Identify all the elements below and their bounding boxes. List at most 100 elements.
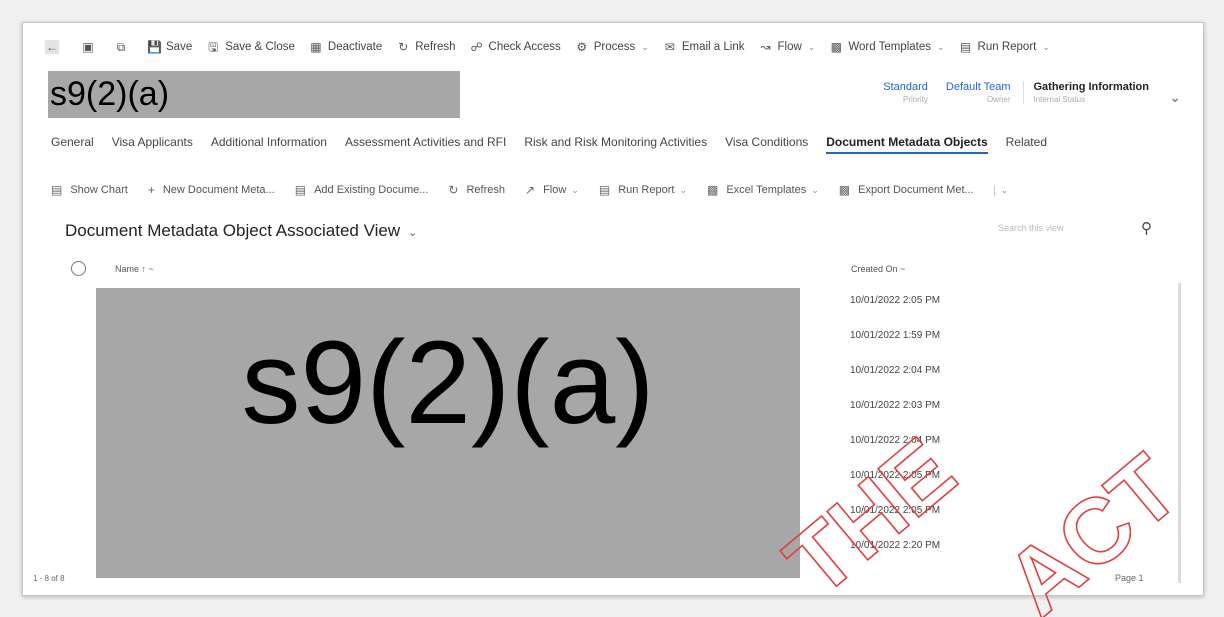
add-existing-label: Add Existing Docume... — [314, 184, 429, 196]
process-button[interactable]: ⚙ Process ⌄ — [575, 40, 649, 54]
record-set-button[interactable]: ▣ — [81, 40, 100, 54]
tab-assessment-activities[interactable]: Assessment Activities and RFI — [345, 135, 506, 154]
grid-refresh-button[interactable]: ↻ Refresh — [448, 183, 505, 197]
export-button[interactable]: ▩ Export Document Met... — [839, 183, 974, 197]
check-access-button[interactable]: ☍ Check Access — [470, 40, 561, 54]
chevron-down-icon: ⌄ — [679, 184, 687, 195]
tab-visa-conditions[interactable]: Visa Conditions — [725, 135, 808, 154]
status-label: Internal Status — [1033, 95, 1086, 104]
grid-refresh-label: Refresh — [466, 184, 505, 196]
process-icon: ⚙ — [576, 40, 588, 54]
report-icon: ▤ — [959, 40, 972, 54]
save-button[interactable]: 💾 Save — [147, 40, 192, 54]
grid-flow-button[interactable]: ↗ Flow ⌄ — [525, 183, 579, 197]
owner-field[interactable]: Default Team Owner — [946, 81, 1011, 104]
column-header-created-on[interactable]: Created On ~ — [851, 264, 905, 274]
table-row[interactable]: 10/01/2022 2:03 PM — [850, 400, 940, 435]
refresh-label: Refresh — [415, 41, 456, 53]
save-close-button[interactable]: 🖫 Save & Close — [206, 40, 295, 54]
names-redaction: s9(2)(a) — [96, 288, 800, 578]
save-close-icon: 🖫 — [208, 40, 219, 54]
column-header-name[interactable]: Name ↑ ~ — [115, 264, 154, 274]
new-document-button[interactable]: + New Document Meta... — [148, 183, 275, 197]
plus-icon: + — [147, 183, 155, 197]
show-chart-label: Show Chart — [70, 184, 128, 196]
flow-icon: ↗ — [525, 183, 536, 197]
email-icon: ✉ — [664, 40, 675, 54]
chevron-down-icon: ⌄ — [571, 184, 579, 195]
flow-button[interactable]: ↝ Flow ⌄ — [759, 40, 816, 54]
word-templates-button[interactable]: ▩ Word Templates ⌄ — [829, 40, 945, 54]
view-selector[interactable]: Document Metadata Object Associated View… — [65, 221, 417, 241]
chevron-down-icon: ⌄ — [807, 41, 816, 52]
tab-related[interactable]: Related — [1006, 135, 1047, 154]
command-bar: ← ▣ ⧉ 💾 Save 🖫 Save & Close ▦ Deactivate ↻ R… — [23, 23, 1203, 71]
table-row[interactable]: 10/01/2022 1:59 PM — [850, 330, 940, 365]
page-indicator: Page 1 — [1115, 573, 1144, 583]
view-title: Document Metadata Object Associated View — [65, 221, 401, 240]
tab-general[interactable]: General — [51, 135, 94, 154]
add-existing-button[interactable]: ▤ Add Existing Docume... — [295, 183, 429, 197]
new-document-label: New Document Meta... — [162, 184, 275, 196]
record-set-icon: ▣ — [82, 40, 94, 54]
table-row[interactable]: 10/01/2022 2:05 PM — [850, 505, 940, 540]
table-row[interactable]: 10/01/2022 2:05 PM — [850, 470, 940, 505]
deactivate-icon: ▦ — [310, 40, 322, 54]
deactivate-label: Deactivate — [327, 41, 383, 53]
save-icon: 💾 — [147, 40, 162, 54]
search-icon[interactable]: ⚲ — [1141, 219, 1152, 237]
run-report-button[interactable]: ▤ Run Report ⌄ — [959, 40, 1050, 54]
grid-run-report-button[interactable]: ▤ Run Report ⌄ — [599, 183, 687, 197]
grid-flow-label: Flow — [543, 184, 567, 196]
select-all-checkbox[interactable] — [71, 261, 86, 276]
owner-value: Default Team — [945, 81, 1011, 93]
tab-visa-applicants[interactable]: Visa Applicants — [112, 135, 193, 154]
refresh-button[interactable]: ↻ Refresh — [396, 40, 455, 54]
save-close-label: Save & Close — [225, 41, 295, 53]
show-chart-button[interactable]: ▤ Show Chart — [51, 183, 128, 197]
deactivate-button[interactable]: ▦ Deactivate — [309, 40, 382, 54]
form-tabs: General Visa Applicants Additional Infor… — [51, 135, 1065, 154]
chevron-down-icon: ⌄ — [408, 227, 418, 239]
add-existing-icon: ▤ — [294, 183, 307, 197]
process-label: Process — [593, 41, 636, 53]
table-row[interactable]: 10/01/2022 2:20 PM — [850, 540, 940, 575]
priority-value: Standard — [883, 81, 928, 93]
tab-document-metadata-objects[interactable]: Document Metadata Objects — [826, 135, 988, 154]
save-label: Save — [166, 41, 193, 53]
grid-header: Name ↑ ~ Created On ~ — [71, 261, 1181, 283]
record-window: ← ▣ ⧉ 💾 Save 🖫 Save & Close ▦ Deactivate ↻ R… — [22, 22, 1204, 596]
tab-additional-information[interactable]: Additional Information — [211, 135, 327, 154]
refresh-icon: ↻ — [398, 40, 409, 54]
priority-label: Priority — [903, 95, 928, 104]
grid-run-report-label: Run Report — [618, 184, 675, 196]
excel-templates-button[interactable]: ▩ Excel Templates ⌄ — [707, 183, 819, 197]
check-access-icon: ☍ — [470, 40, 483, 54]
table-row[interactable]: 10/01/2022 2:05 PM — [850, 295, 940, 330]
excel-templates-label: Excel Templates — [726, 184, 807, 196]
flow-icon: ↝ — [760, 40, 771, 54]
priority-field[interactable]: Standard Priority — [883, 81, 928, 104]
more-commands-icon[interactable]: ⌄ — [993, 184, 1008, 196]
grid-scrollbar[interactable] — [1178, 283, 1181, 583]
open-new-window-button[interactable]: ⧉ — [114, 40, 133, 54]
search-input[interactable]: Search this view — [998, 223, 1064, 233]
excel-icon: ▩ — [707, 183, 719, 197]
table-row[interactable]: 10/01/2022 2:04 PM — [850, 365, 940, 400]
status-value: Gathering Information — [1033, 81, 1150, 93]
back-icon[interactable]: ← — [45, 40, 59, 54]
flow-label: Flow — [777, 41, 802, 53]
chevron-down-icon: ⌄ — [1042, 41, 1050, 52]
subgrid-command-bar: ▤ Show Chart + New Document Meta... ▤ Add E… — [51, 183, 1008, 197]
chevron-down-icon: ⌄ — [641, 41, 649, 52]
owner-label: Owner — [986, 95, 1011, 104]
record-title-redaction: s9(2)(a) — [48, 71, 460, 118]
email-link-button[interactable]: ✉ Email a Link — [663, 40, 745, 54]
table-row[interactable]: 10/01/2022 2:04 PM — [850, 435, 940, 470]
run-report-label: Run Report — [977, 41, 1037, 53]
tab-risk-monitoring[interactable]: Risk and Risk Monitoring Activities — [524, 135, 707, 154]
header-fields: Standard Priority Default Team Owner Gat… — [865, 81, 1149, 104]
header-expand-icon[interactable]: ⌄ — [1169, 89, 1181, 106]
check-access-label: Check Access — [488, 41, 561, 53]
status-field[interactable]: Gathering Information Internal Status — [1022, 81, 1150, 104]
